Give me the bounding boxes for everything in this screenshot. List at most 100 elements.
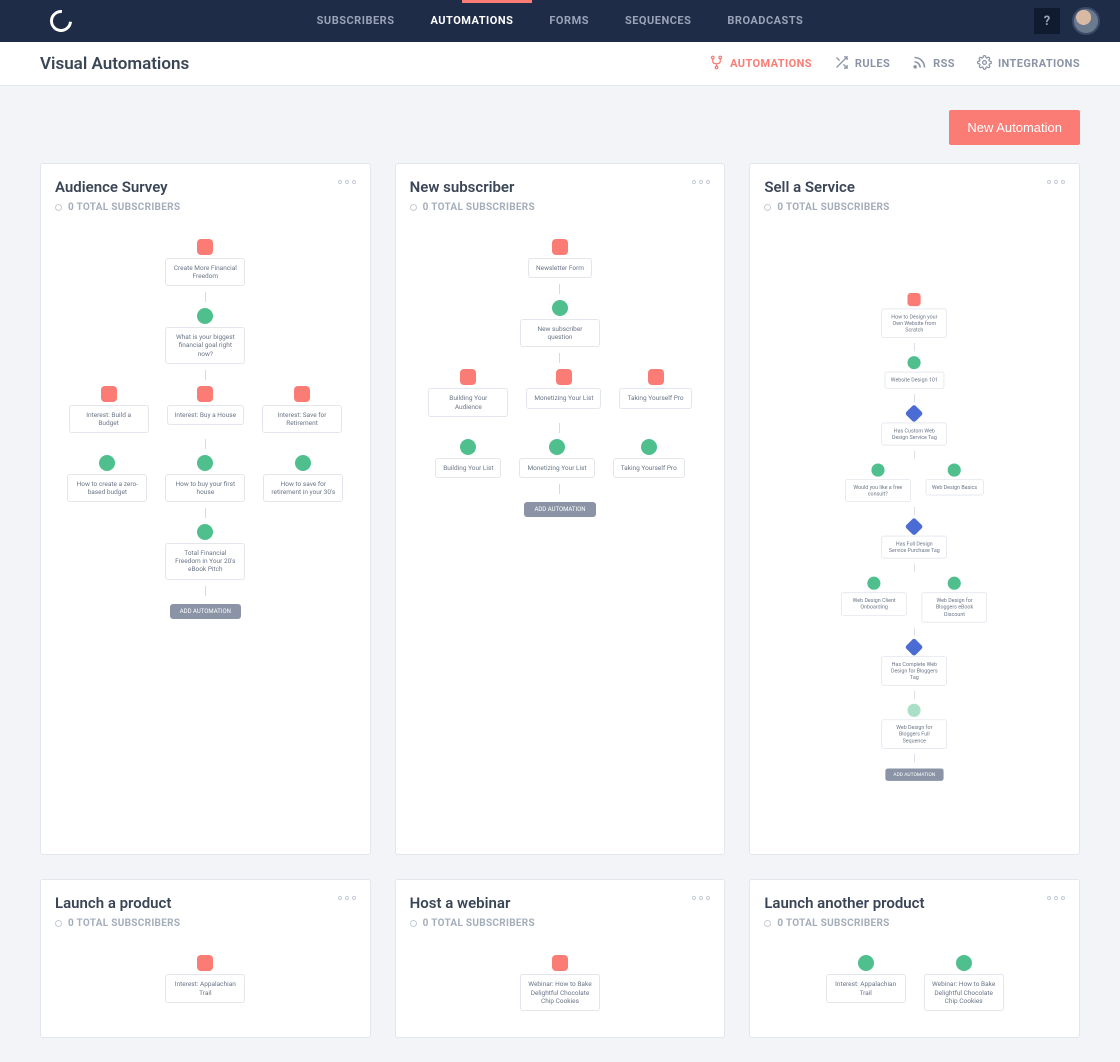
- node-label: Has Custom Web Design Service Tag: [882, 422, 948, 445]
- node-label: Interest: Appalachian Trail: [826, 974, 906, 1002]
- flow-node: Web Design for Bloggers eBook Discount: [922, 577, 988, 622]
- help-button[interactable]: ?: [1034, 8, 1060, 34]
- card-menu-button[interactable]: [1047, 180, 1065, 184]
- node-label: Building Your List: [435, 458, 501, 478]
- nav-item-automations[interactable]: AUTOMATIONS: [412, 0, 531, 42]
- node-green-icon: [641, 439, 657, 455]
- tab-label: AUTOMATIONS: [730, 57, 812, 70]
- card-menu-button[interactable]: [1047, 896, 1065, 900]
- node-red-icon: [552, 955, 568, 971]
- flow-node: Has Custom Web Design Service Tag: [882, 407, 948, 446]
- tab-rules[interactable]: RULES: [834, 55, 890, 73]
- card-head: Sell a Service 0 TOTAL SUBSCRIBERS: [750, 164, 1079, 223]
- flow-node: Website Design 101: [885, 356, 945, 388]
- flow-node: Monetizing Your List: [526, 369, 601, 416]
- content-area: New Automation Audience Survey0 TOTAL SU…: [0, 86, 1120, 1062]
- shuffle-icon: [834, 55, 849, 73]
- flow-node: Interest: Buy a House: [167, 386, 244, 433]
- node-green-icon: [956, 955, 972, 971]
- node-label: Interest: Build a Budget: [69, 405, 149, 433]
- card-head: Launch another product0 TOTAL SUBSCRIBER…: [750, 880, 1079, 939]
- card-head: Launch a product0 TOTAL SUBSCRIBERS: [41, 880, 370, 939]
- node-label: Monetizing Your List: [519, 458, 594, 478]
- flow-node: Building Your List: [435, 439, 501, 478]
- automations-grid: Audience Survey0 TOTAL SUBSCRIBERSCreate…: [40, 163, 1080, 1038]
- sub-nav: AUTOMATIONS RULES RSS INTEGRATIONS: [709, 55, 1080, 73]
- node-greenfade-icon: [908, 704, 921, 717]
- new-automation-button[interactable]: New Automation: [949, 110, 1080, 145]
- flow-preview: Interest: Appalachian Trail: [41, 939, 370, 1036]
- node-red-icon: [648, 369, 664, 385]
- automation-card[interactable]: New subscriber 0 TOTAL SUBSCRIBERS Newslet…: [395, 163, 726, 855]
- node-label: Would you like a free consult?: [845, 479, 911, 502]
- card-head: New subscriber 0 TOTAL SUBSCRIBERS: [396, 164, 725, 223]
- card-subscriber-count: 0 TOTAL SUBSCRIBERS: [55, 202, 356, 213]
- card-title: New subscriber: [410, 178, 711, 196]
- node-red-icon: [556, 369, 572, 385]
- add-automation-pill: ADD AUTOMATION: [885, 769, 943, 781]
- node-red-icon: [197, 955, 213, 971]
- tab-integrations[interactable]: INTEGRATIONS: [977, 55, 1080, 73]
- card-subscriber-count: 0 TOTAL SUBSCRIBERS: [410, 202, 711, 213]
- card-title: Sell a Service: [764, 178, 1065, 196]
- node-green-icon: [948, 463, 961, 476]
- nav-item-forms[interactable]: FORMS: [531, 0, 607, 42]
- node-label: Has Complete Web Design for Bloggers Tag: [882, 656, 948, 686]
- node-green-icon: [858, 955, 874, 971]
- flow-node: Monetizing Your List: [519, 439, 594, 478]
- flow-node: How to save for retirement in your 30's: [263, 455, 343, 502]
- tab-label: RSS: [933, 57, 955, 70]
- tab-automations[interactable]: AUTOMATIONS: [709, 55, 812, 73]
- card-subscriber-count: 0 TOTAL SUBSCRIBERS: [410, 918, 711, 929]
- card-menu-button[interactable]: [338, 896, 356, 900]
- tab-rss[interactable]: RSS: [912, 55, 955, 73]
- card-menu-button[interactable]: [692, 180, 710, 184]
- automation-card[interactable]: Launch another product0 TOTAL SUBSCRIBER…: [749, 879, 1080, 1037]
- flow-node: Has Complete Web Design for Bloggers Tag: [882, 640, 948, 685]
- add-automation-pill: ADD AUTOMATION: [170, 604, 241, 619]
- card-subscriber-count: 0 TOTAL SUBSCRIBERS: [764, 202, 1065, 213]
- automation-card[interactable]: Launch a product0 TOTAL SUBSCRIBERSInter…: [40, 879, 371, 1037]
- automation-card[interactable]: Sell a Service 0 TOTAL SUBSCRIBERS How to …: [749, 163, 1080, 855]
- node-label: How to buy your first house: [165, 474, 245, 502]
- flow-node: Interest: Save for Retirement: [262, 386, 342, 433]
- node-green-icon: [197, 455, 213, 471]
- card-subscriber-count: 0 TOTAL SUBSCRIBERS: [764, 918, 1065, 929]
- node-label: Web Design for Bloggers Full Sequence: [882, 719, 948, 749]
- node-green-icon: [549, 439, 565, 455]
- node-label: What is your biggest financial goal righ…: [165, 327, 245, 363]
- node-green-icon: [197, 308, 213, 324]
- node-red-icon: [197, 239, 213, 255]
- node-label: How to Design your Own Website from Scra…: [882, 309, 948, 339]
- node-label: Interest: Buy a House: [167, 405, 244, 425]
- nav-item-sequences[interactable]: SEQUENCES: [607, 0, 709, 42]
- flow-node: Taking Yourself Pro: [619, 369, 691, 416]
- flow-preview: Create More Financial FreedomWhat is you…: [41, 223, 370, 854]
- card-menu-button[interactable]: [692, 896, 710, 900]
- node-label: How to save for retirement in your 30's: [263, 474, 343, 502]
- node-label: Web Design Basics: [926, 479, 984, 496]
- nav-item-broadcasts[interactable]: BROADCASTS: [709, 0, 821, 42]
- flow-node: Interest: Build a Budget: [69, 386, 149, 433]
- flow-node: Taking Yourself Pro: [613, 439, 685, 478]
- topbar-right: ?: [1034, 7, 1100, 35]
- flow-node: Has Full Design Service Purchase Tag: [882, 520, 948, 559]
- card-menu-button[interactable]: [338, 180, 356, 184]
- top-navbar: SUBSCRIBERSAUTOMATIONSFORMSSEQUENCESBROA…: [0, 0, 1120, 42]
- rss-icon: [912, 55, 927, 73]
- node-label: How to create a zero-based budget: [67, 474, 147, 502]
- main-nav: SUBSCRIBERSAUTOMATIONSFORMSSEQUENCESBROA…: [299, 0, 822, 42]
- automation-card[interactable]: Host a webinar0 TOTAL SUBSCRIBERSWebinar…: [395, 879, 726, 1037]
- flow-preview: Newsletter FormNew subscriber questionBu…: [396, 223, 725, 854]
- avatar[interactable]: [1072, 7, 1100, 35]
- flow-preview: How to Design your Own Website from Scra…: [780, 280, 1049, 798]
- node-red-icon: [908, 293, 921, 306]
- node-blue-icon: [905, 638, 924, 657]
- branch-icon: [709, 55, 724, 73]
- flow-node: How to Design your Own Website from Scra…: [882, 293, 948, 338]
- flow-node: Webinar: How to Bake Delightful Chocolat…: [924, 955, 1004, 1010]
- node-red-icon: [197, 386, 213, 402]
- logo-icon[interactable]: [46, 6, 77, 37]
- automation-card[interactable]: Audience Survey0 TOTAL SUBSCRIBERSCreate…: [40, 163, 371, 855]
- nav-item-subscribers[interactable]: SUBSCRIBERS: [299, 0, 413, 42]
